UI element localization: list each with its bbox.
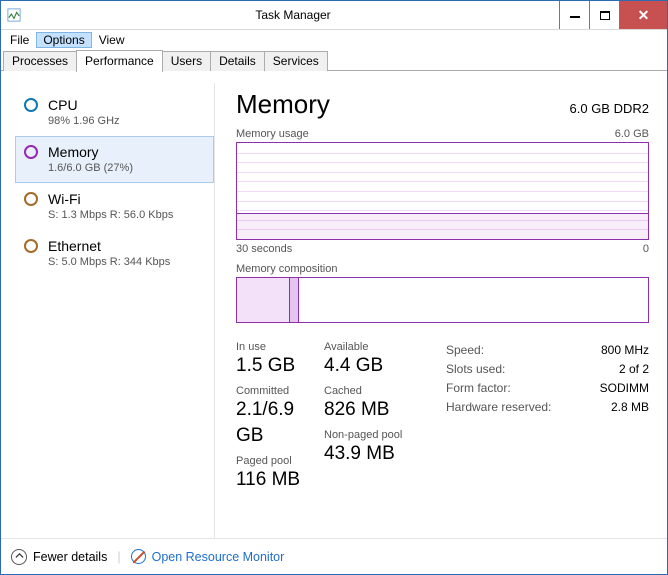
minimize-button[interactable] bbox=[559, 1, 589, 29]
footer-separator: | bbox=[117, 550, 120, 564]
tab-services[interactable]: Services bbox=[264, 51, 328, 71]
nonpaged-label: Non-paged pool bbox=[324, 429, 446, 441]
memory-composition-bar[interactable] bbox=[236, 277, 649, 323]
sidebar-sub-memory: 1.6/6.0 GB (27%) bbox=[48, 162, 133, 174]
comp-in-use bbox=[237, 278, 290, 322]
tab-processes[interactable]: Processes bbox=[3, 51, 77, 71]
inuse-label: In use bbox=[236, 341, 324, 353]
tab-performance[interactable]: Performance bbox=[76, 50, 163, 72]
content: CPU 98% 1.96 GHz Memory 1.6/6.0 GB (27%)… bbox=[1, 71, 667, 538]
form-key: Form factor: bbox=[446, 379, 511, 398]
window-title: Task Manager bbox=[27, 1, 559, 29]
inuse-value: 1.5 GB bbox=[236, 353, 324, 379]
app-icon bbox=[1, 1, 27, 29]
hwres-key: Hardware reserved: bbox=[446, 398, 551, 417]
tabbar: Processes Performance Users Details Serv… bbox=[1, 50, 667, 71]
tab-details[interactable]: Details bbox=[210, 51, 265, 71]
comp-modified bbox=[290, 278, 298, 322]
axis-left: 30 seconds bbox=[236, 243, 292, 255]
footer: Fewer details | Open Resource Monitor bbox=[1, 538, 667, 574]
menubar: File Options View bbox=[1, 30, 667, 50]
sidebar-item-memory[interactable]: Memory 1.6/6.0 GB (27%) bbox=[15, 136, 214, 183]
sidebar-item-cpu[interactable]: CPU 98% 1.96 GHz bbox=[15, 89, 214, 136]
sidebar-sub-ethernet: S: 5.0 Mbps R: 344 Kbps bbox=[48, 256, 170, 268]
cached-value: 826 MB bbox=[324, 397, 446, 423]
maximize-button[interactable] bbox=[589, 1, 619, 29]
menu-options[interactable]: Options bbox=[36, 32, 91, 48]
memory-panel: Memory 6.0 GB DDR2 Memory usage 6.0 GB bbox=[216, 83, 667, 538]
titlebar[interactable]: Task Manager ✕ bbox=[1, 1, 667, 30]
stats-col-1: In use 1.5 GB Committed 2.1/6.9 GB Paged… bbox=[236, 341, 324, 499]
sidebar-label-wifi: Wi-Fi bbox=[48, 190, 173, 208]
chevron-up-icon bbox=[11, 549, 27, 565]
stats-col-2: Available 4.4 GB Cached 826 MB Non-paged… bbox=[324, 341, 446, 499]
sidebar-sub-cpu: 98% 1.96 GHz bbox=[48, 115, 120, 127]
form-value: SODIMM bbox=[600, 379, 649, 398]
open-resource-monitor-label: Open Resource Monitor bbox=[152, 550, 285, 564]
composition-label: Memory composition bbox=[236, 263, 649, 275]
menu-view[interactable]: View bbox=[92, 32, 132, 48]
hwres-value: 2.8 MB bbox=[611, 398, 649, 417]
sidebar-item-ethernet[interactable]: Ethernet S: 5.0 Mbps R: 344 Kbps bbox=[15, 230, 214, 277]
memory-usage-graph[interactable] bbox=[236, 142, 649, 240]
nonpaged-value: 43.9 MB bbox=[324, 441, 446, 467]
usage-max: 6.0 GB bbox=[615, 128, 649, 140]
close-button[interactable]: ✕ bbox=[619, 1, 667, 29]
speed-key: Speed: bbox=[446, 341, 484, 360]
wifi-icon bbox=[24, 192, 38, 206]
comp-standby-free bbox=[299, 278, 648, 322]
memory-icon bbox=[24, 145, 38, 159]
committed-label: Committed bbox=[236, 385, 324, 397]
window-controls: ✕ bbox=[559, 1, 667, 29]
panel-header: Memory 6.0 GB DDR2 bbox=[236, 89, 649, 120]
slots-key: Slots used: bbox=[446, 360, 505, 379]
open-resource-monitor-link[interactable]: Open Resource Monitor bbox=[131, 549, 285, 564]
paged-label: Paged pool bbox=[236, 455, 324, 467]
avail-value: 4.4 GB bbox=[324, 353, 446, 379]
cpu-icon bbox=[24, 98, 38, 112]
ethernet-icon bbox=[24, 239, 38, 253]
sidebar-label-ethernet: Ethernet bbox=[48, 237, 170, 255]
tab-users[interactable]: Users bbox=[162, 51, 211, 71]
sidebar-item-wifi[interactable]: Wi-Fi S: 1.3 Mbps R: 56.0 Kbps bbox=[15, 183, 214, 230]
speed-value: 800 MHz bbox=[601, 341, 649, 360]
sidebar: CPU 98% 1.96 GHz Memory 1.6/6.0 GB (27%)… bbox=[1, 83, 215, 538]
usage-graph-axis: 30 seconds 0 bbox=[236, 243, 649, 255]
cached-label: Cached bbox=[324, 385, 446, 397]
usage-label: Memory usage bbox=[236, 128, 309, 140]
avail-label: Available bbox=[324, 341, 446, 353]
stats-col-kv: Speed: 800 MHz Slots used: 2 of 2 Form fac… bbox=[446, 341, 649, 499]
slots-value: 2 of 2 bbox=[619, 360, 649, 379]
menu-file[interactable]: File bbox=[3, 32, 36, 48]
task-manager-window: Task Manager ✕ File Options View Process… bbox=[0, 0, 668, 575]
sidebar-label-memory: Memory bbox=[48, 143, 133, 161]
panel-spec: 6.0 GB DDR2 bbox=[570, 101, 649, 116]
fewer-details-label: Fewer details bbox=[33, 550, 107, 564]
axis-right: 0 bbox=[643, 243, 649, 255]
sidebar-sub-wifi: S: 1.3 Mbps R: 56.0 Kbps bbox=[48, 209, 173, 221]
resource-monitor-icon bbox=[131, 549, 146, 564]
sidebar-label-cpu: CPU bbox=[48, 96, 120, 114]
paged-value: 116 MB bbox=[236, 467, 324, 493]
fewer-details-button[interactable]: Fewer details bbox=[11, 549, 107, 565]
panel-title: Memory bbox=[236, 89, 330, 120]
stats: In use 1.5 GB Committed 2.1/6.9 GB Paged… bbox=[236, 341, 649, 499]
committed-value: 2.1/6.9 GB bbox=[236, 397, 324, 449]
usage-graph-labels: Memory usage 6.0 GB bbox=[236, 128, 649, 140]
